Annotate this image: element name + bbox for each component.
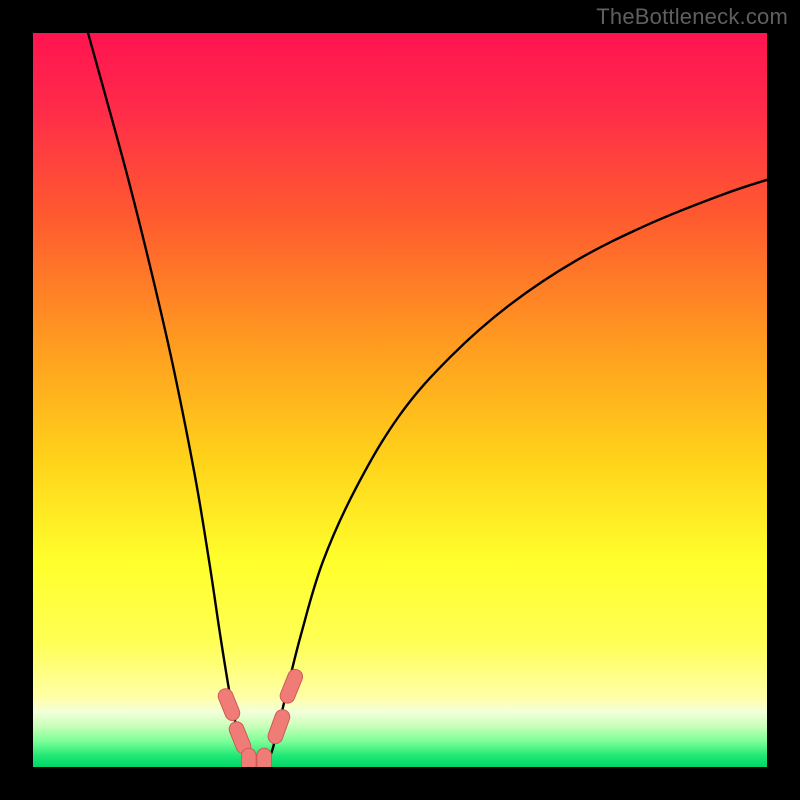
marker-2 — [241, 748, 256, 772]
marker-3 — [257, 748, 272, 772]
bottleneck-chart — [0, 0, 800, 800]
chart-stage: TheBottleneck.com — [0, 0, 800, 800]
watermark-text: TheBottleneck.com — [596, 4, 788, 30]
plot-background — [33, 33, 767, 767]
